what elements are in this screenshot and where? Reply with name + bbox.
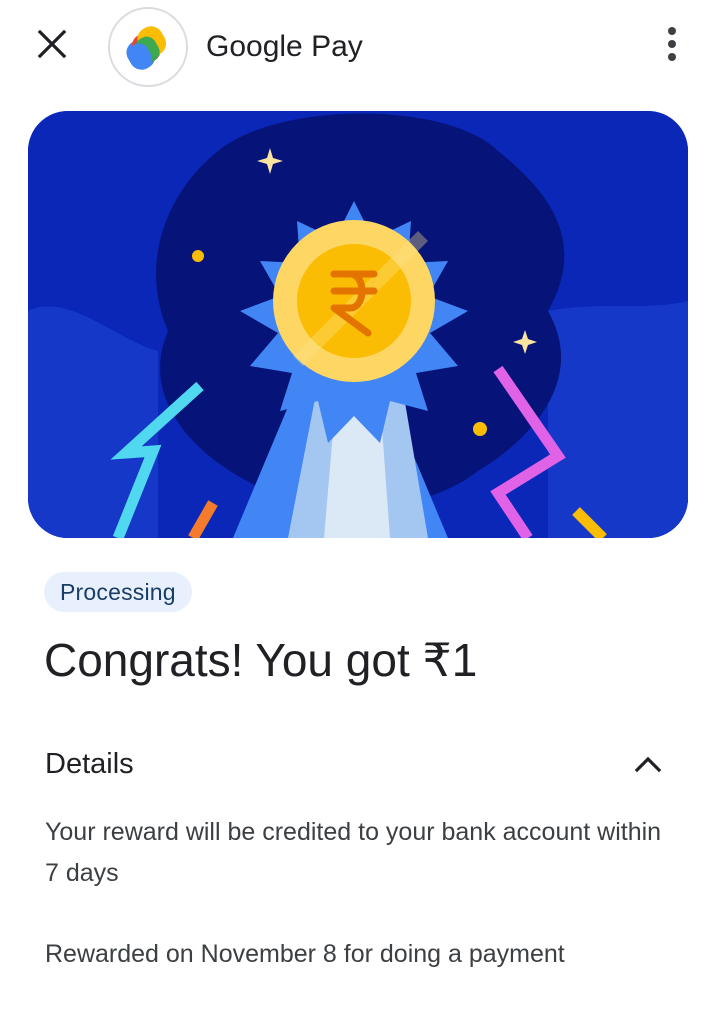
close-icon — [37, 29, 67, 64]
chevron-up-icon[interactable] — [628, 744, 668, 784]
more-options-button[interactable] — [648, 22, 696, 70]
details-title: Details — [45, 748, 134, 780]
details-toggle[interactable]: Details — [0, 736, 720, 792]
more-vert-icon — [666, 26, 678, 67]
reward-illustration — [28, 111, 688, 538]
details-description: Your reward will be credited to your ban… — [45, 818, 662, 887]
app-title: Google Pay — [206, 30, 363, 63]
google-pay-logo — [108, 7, 188, 87]
rewarded-on-text: Rewarded on November 8 for doing a payme… — [45, 940, 565, 968]
reward-headline: Congrats! You got ₹1 — [44, 634, 478, 686]
status-badge: Processing — [44, 572, 192, 612]
close-button[interactable] — [28, 22, 76, 70]
top-app-bar: Google Pay — [0, 0, 720, 96]
